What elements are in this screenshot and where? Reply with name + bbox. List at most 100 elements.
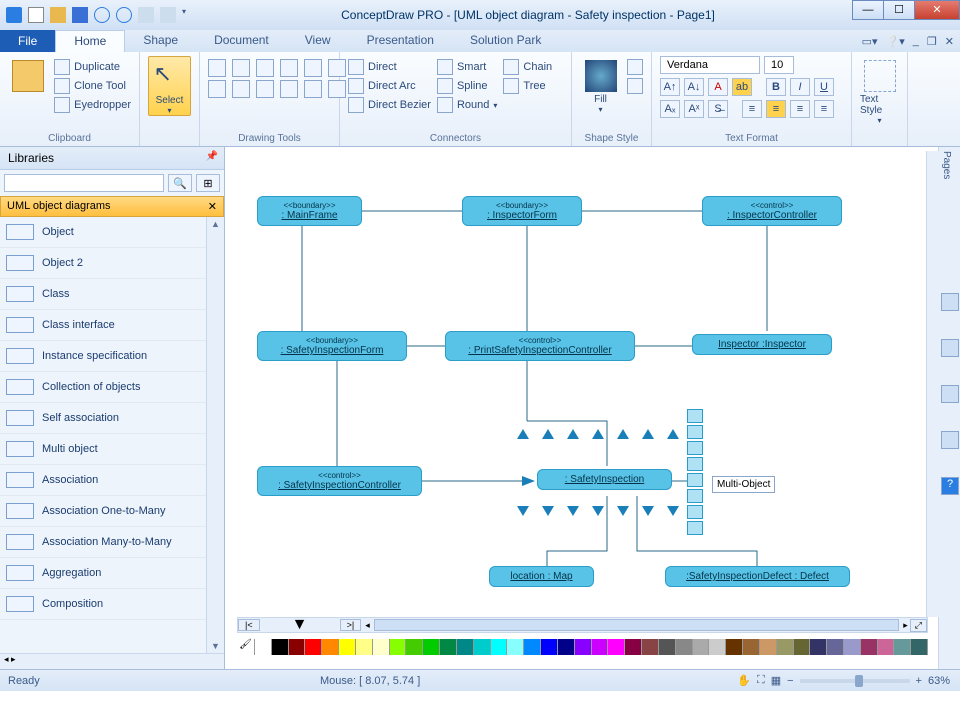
side-tool-3[interactable] [941,385,959,403]
palette-swatch[interactable] [726,639,743,655]
curve-tool[interactable] [280,59,298,77]
palette-swatch[interactable] [558,639,575,655]
close-button[interactable]: ✕ [914,0,960,20]
palette-swatch[interactable] [406,639,423,655]
palette-dropper-icon[interactable]: 🖌 [237,639,255,655]
palette-swatch[interactable] [390,639,407,655]
palette-swatch[interactable] [373,639,390,655]
lib-bottom-scroll[interactable]: ◂ ▸ [0,653,224,669]
select-button[interactable]: ↖Select▾ [148,56,191,116]
node-inspector-controller[interactable]: <<control>>: InspectorController [702,196,842,226]
help-icon[interactable]: ❔▾ [886,35,905,48]
bold-icon[interactable]: B [766,78,786,96]
palette-swatch[interactable] [878,639,895,655]
library-item[interactable]: Association [0,465,224,496]
window-menu-icon[interactable]: ▭▾ [862,35,878,48]
clone-tool-button[interactable]: Clone Tool [54,78,131,94]
copy-icon[interactable] [138,7,154,23]
palette-swatch[interactable] [760,639,777,655]
tab-home[interactable]: Home [55,30,125,52]
italic-icon[interactable]: I [790,78,810,96]
spline-button[interactable]: Spline [437,78,497,94]
rect-tool[interactable] [208,59,226,77]
minimize-button[interactable]: — [852,0,884,20]
tab-document[interactable]: Document [196,30,287,52]
node-safety-inspection-form[interactable]: <<boundary>>: SafetyInspectionForm [257,331,407,361]
child-minimize-icon[interactable]: _ [913,35,919,48]
side-tool-1[interactable] [941,293,959,311]
palette-swatch[interactable] [541,639,558,655]
highlight-icon[interactable]: ab [732,78,752,96]
arc-tool[interactable] [304,59,322,77]
align-center-icon[interactable]: ≡ [766,100,786,118]
palette-swatch[interactable] [255,639,272,655]
font-name-combo[interactable]: Verdana [660,56,760,74]
direct-bezier-button[interactable]: Direct Bezier [348,97,431,113]
palette-swatch[interactable] [777,639,794,655]
library-item[interactable]: Object [0,217,224,248]
node-mainframe[interactable]: <<boundary>>: MainFrame [257,196,362,226]
palette-swatch[interactable] [676,639,693,655]
palette-swatch[interactable] [474,639,491,655]
font-size-combo[interactable]: 10 [764,56,794,74]
node-print-controller[interactable]: <<control>>: PrintSafetyInspectionContro… [445,331,635,361]
palette-swatch[interactable] [524,639,541,655]
undo-icon[interactable] [94,7,110,23]
canvas-h-scroll[interactable]: |< ▼ >| ◂ ▸ ⤢ [237,617,928,633]
palette-swatch[interactable] [491,639,508,655]
child-close-icon[interactable]: ✕ [945,35,954,48]
node-inspector-form[interactable]: <<boundary>>: InspectorForm [462,196,582,226]
node-safety-inspection[interactable]: : SafetyInspection [537,469,672,490]
round-button[interactable]: Round▾ [437,97,497,113]
palette-swatch[interactable] [289,639,306,655]
library-item[interactable]: Self association [0,403,224,434]
palette-swatch[interactable] [575,639,592,655]
fill-button[interactable]: Fill▾ [580,56,621,114]
palette-swatch[interactable] [608,639,625,655]
chain-button[interactable]: Chain [503,59,552,75]
palette-swatch[interactable] [423,639,440,655]
side-help-icon[interactable]: ? [941,477,959,495]
tool-11[interactable] [304,80,322,98]
node-safety-inspection-controller[interactable]: <<control>>: SafetyInspectionController [257,466,422,496]
library-section-header[interactable]: UML object diagrams✕ [0,196,224,217]
tab-solution-park[interactable]: Solution Park [452,30,559,52]
node-location[interactable]: location : Map [489,566,594,587]
align-just-icon[interactable]: ≡ [814,100,834,118]
underline-icon[interactable]: U [814,78,834,96]
open-icon[interactable] [50,7,66,23]
paste-button[interactable] [8,56,48,94]
palette-swatch[interactable] [911,639,928,655]
font-color-icon[interactable]: A [708,78,728,96]
palette-swatch[interactable] [743,639,760,655]
tool-7[interactable] [208,80,226,98]
library-item[interactable]: Class interface [0,310,224,341]
strike-icon[interactable]: S̶ [708,100,728,118]
library-item[interactable]: Aggregation [0,558,224,589]
direct-button[interactable]: Direct [348,59,431,75]
text-style-button[interactable]: Text Style▾ [860,56,899,125]
extent-icon[interactable]: ▦ [771,674,781,687]
save-icon[interactable] [72,7,88,23]
maximize-button[interactable]: ☐ [883,0,915,20]
palette-swatch[interactable] [339,639,356,655]
font-grow-icon[interactable]: A↑ [660,78,680,96]
library-item[interactable]: Collection of objects [0,372,224,403]
smart-button[interactable]: Smart [437,59,497,75]
align-left-icon[interactable]: ≡ [742,100,762,118]
library-scrollbar[interactable] [206,217,224,653]
shadow-icon[interactable] [627,78,643,94]
palette-swatch[interactable] [827,639,844,655]
tool-9[interactable] [256,80,274,98]
library-item[interactable]: Association Many-to-Many [0,527,224,558]
palette-swatch[interactable] [625,639,642,655]
zoom-out-icon[interactable]: − [787,675,793,687]
eyedropper-button[interactable]: Eyedropper [54,97,131,113]
library-item[interactable]: Object 2 [0,248,224,279]
zoom-slider[interactable] [800,679,910,683]
palette-swatch[interactable] [322,639,339,655]
close-section-icon[interactable]: ✕ [208,200,217,213]
search-button[interactable]: 🔍 [168,174,192,192]
tool-8[interactable] [232,80,250,98]
pages-tab[interactable]: Pages [939,147,954,183]
